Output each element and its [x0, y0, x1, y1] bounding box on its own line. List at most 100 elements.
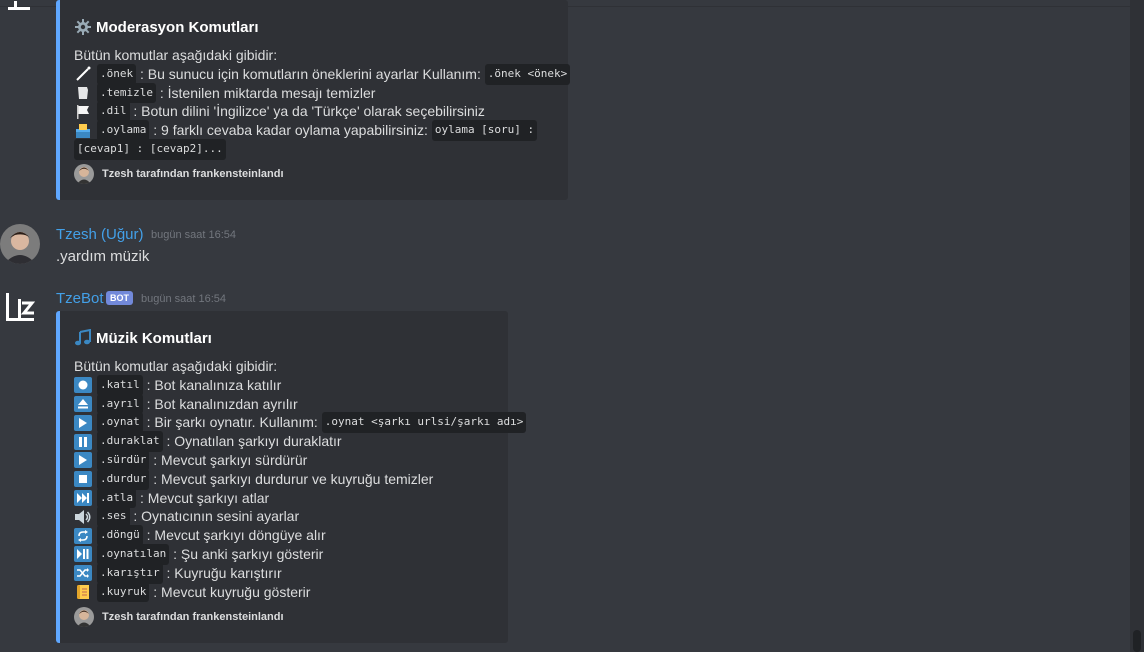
command-row: .oylama : 9 farklı cevaba kadar oylama y…: [74, 120, 570, 141]
command-row: .kuyruk : Mevcut kuyruğu gösterir: [74, 581, 526, 603]
command-separator: :: [142, 414, 155, 431]
scrollbar-thumb[interactable]: [1133, 630, 1141, 652]
command-row: .oynat : Bir şarkı oynatır. Kullanım: .o…: [74, 412, 527, 434]
command-description: Bot kanalınızdan ayrılır: [154, 395, 298, 412]
play-pause-icon: [74, 546, 92, 563]
embed-title-text: Müzik Komutları: [96, 329, 212, 347]
command-separator: :: [136, 65, 148, 82]
command-name: .temizle: [97, 82, 156, 104]
flag-icon: [74, 104, 92, 120]
bot-avatar[interactable]: [0, 289, 40, 329]
bot-username[interactable]: TzeBot: [56, 290, 104, 307]
command-separator: :: [149, 451, 162, 468]
command-description: Bu sunucu için komutların öneklerini aya…: [147, 65, 485, 82]
command-description: Mevcut şarkıyı sürdürür: [161, 451, 308, 468]
command-row: .temizle : İstenilen miktarda mesajı tem…: [74, 82, 570, 104]
command-separator: :: [136, 489, 148, 506]
scroll-icon: [74, 584, 92, 600]
user-message-content: .yardım müzik: [56, 248, 150, 265]
command-name: .oynat: [97, 412, 143, 434]
speaker-icon: [74, 509, 92, 525]
command-name: .dil: [97, 101, 130, 123]
command-row: .önek : Bu sunucu için komutların önekle…: [74, 63, 571, 85]
command-row: .duraklat : Oynatılan şarkıyı duraklatır: [74, 431, 526, 452]
pause-icon: [74, 433, 92, 450]
command-name: .kuyruk: [97, 581, 150, 603]
command-description: Kuyruğu karıştırır: [174, 564, 282, 581]
command-separator: :: [149, 470, 162, 487]
command-row: .dil : Botun dilini 'İngilizce' ya da 'T…: [74, 101, 570, 123]
gear-icon: [74, 18, 92, 36]
user-avatar[interactable]: [0, 224, 40, 264]
command-row: .döngü : Mevcut şarkıyı döngüye alır: [74, 525, 526, 546]
embed-description: Bütün komutlar aşağıdaki gibidir: .katıl…: [74, 357, 527, 603]
command-separator: :: [162, 564, 175, 581]
command-row: .katıl : Bot kanalınıza katılır: [74, 374, 526, 396]
command-description: Oynatıcının sesini ayarlar: [141, 508, 300, 525]
scrollbar[interactable]: [1130, 0, 1144, 652]
play-icon: [74, 414, 92, 431]
command-name: .ayrıl: [97, 393, 143, 415]
embed-footer: Tzesh tarafından frankensteinlandı: [74, 164, 284, 184]
bot-timestamp[interactable]: bugün saat 16:54: [141, 293, 226, 305]
command-separator: :: [142, 376, 155, 393]
footer-text: Tzesh tarafından frankensteinlandı: [102, 611, 284, 623]
embed-title: Moderasyon Komutları: [74, 18, 259, 36]
command-name: .durdur: [97, 468, 150, 490]
command-separator: :: [129, 508, 142, 525]
moderation-embed: Moderasyon Komutları Bütün komutlar aşağ…: [56, 0, 571, 200]
embed-title: Müzik Komutları: [74, 329, 212, 347]
command-name: .ses: [97, 506, 130, 528]
command-description: Mevcut kuyruğu gösterir: [161, 583, 311, 600]
command-row: .sürdür : Mevcut şarkıyı sürdürür: [74, 449, 526, 471]
embed-footer: Tzesh tarafından frankensteinlandı: [74, 607, 284, 627]
command-row: .atla : Mevcut şarkıyı atlar: [74, 487, 526, 509]
footer-avatar: [74, 607, 94, 627]
command-row: .oynatılan : Şu anki şarkıyı gösterir: [74, 543, 526, 565]
command-row: .durdur : Mevcut şarkıyı durdurur ve kuy…: [74, 468, 526, 490]
command-name: .duraklat: [97, 431, 163, 452]
command-name: .atla: [97, 487, 137, 509]
command-separator: :: [155, 84, 168, 101]
shuffle-icon: [74, 565, 92, 582]
stop-icon: [74, 471, 92, 488]
repeat-icon: [74, 527, 92, 544]
wand-icon: [74, 66, 92, 82]
music-embed: Müzik Komutları Bütün komutlar aşağıdaki…: [56, 311, 527, 643]
command-separator: :: [129, 103, 142, 120]
bot-badge: BOT: [106, 291, 133, 305]
command-separator: :: [162, 433, 175, 450]
eject-icon: [74, 395, 92, 412]
command-name: .önek: [97, 63, 137, 85]
user-username[interactable]: Tzesh (Uğur): [56, 226, 144, 243]
embed-intro: Bütün komutlar aşağıdaki gibidir:: [74, 358, 278, 374]
command-row: .ayrıl : Bot kanalınızdan ayrılır: [74, 393, 526, 415]
user-timestamp[interactable]: bugün saat 16:54: [151, 229, 236, 241]
embed-intro: Bütün komutlar aşağıdaki gibidir:: [74, 47, 278, 63]
embed-description: Bütün komutlar aşağıdaki gibidir: .önek …: [74, 46, 571, 160]
embed-title-text: Moderasyon Komutları: [96, 18, 259, 36]
command-description: Mevcut şarkıyı atlar: [147, 489, 270, 506]
record-icon: [74, 377, 92, 394]
command-description: İstenilen miktarda mesajı temizler: [167, 84, 376, 101]
play-icon: [74, 452, 92, 469]
command-usage: .oynat <şarkı urlsi/şarkı adı>: [321, 412, 527, 434]
usage-continued: [cevap1] : [cevap2]...: [74, 138, 570, 160]
command-name: .katıl: [97, 374, 143, 396]
ballot-box-icon: [74, 123, 92, 139]
bot-avatar-partial[interactable]: [6, 0, 34, 12]
command-description: Bir şarkı oynatır. Kullanım:: [154, 414, 322, 431]
paper-icon: [74, 85, 92, 101]
command-name: .karıştır: [97, 562, 163, 584]
command-name: .sürdür: [97, 449, 150, 471]
command-separator: :: [149, 583, 162, 600]
tzebot-logo-icon: [8, 1, 30, 10]
command-description: Botun dilini 'İngilizce' ya da 'Türkçe' …: [141, 103, 485, 120]
command-name: .döngü: [97, 525, 143, 546]
command-name: .oylama: [97, 120, 150, 141]
command-separator: :: [169, 545, 181, 562]
command-row: .ses : Oynatıcının sesini ayarlar: [74, 506, 526, 528]
command-usage: oylama [soru] :: [431, 120, 538, 141]
command-separator: :: [142, 527, 155, 544]
footer-text: Tzesh tarafından frankensteinlandı: [102, 168, 284, 180]
